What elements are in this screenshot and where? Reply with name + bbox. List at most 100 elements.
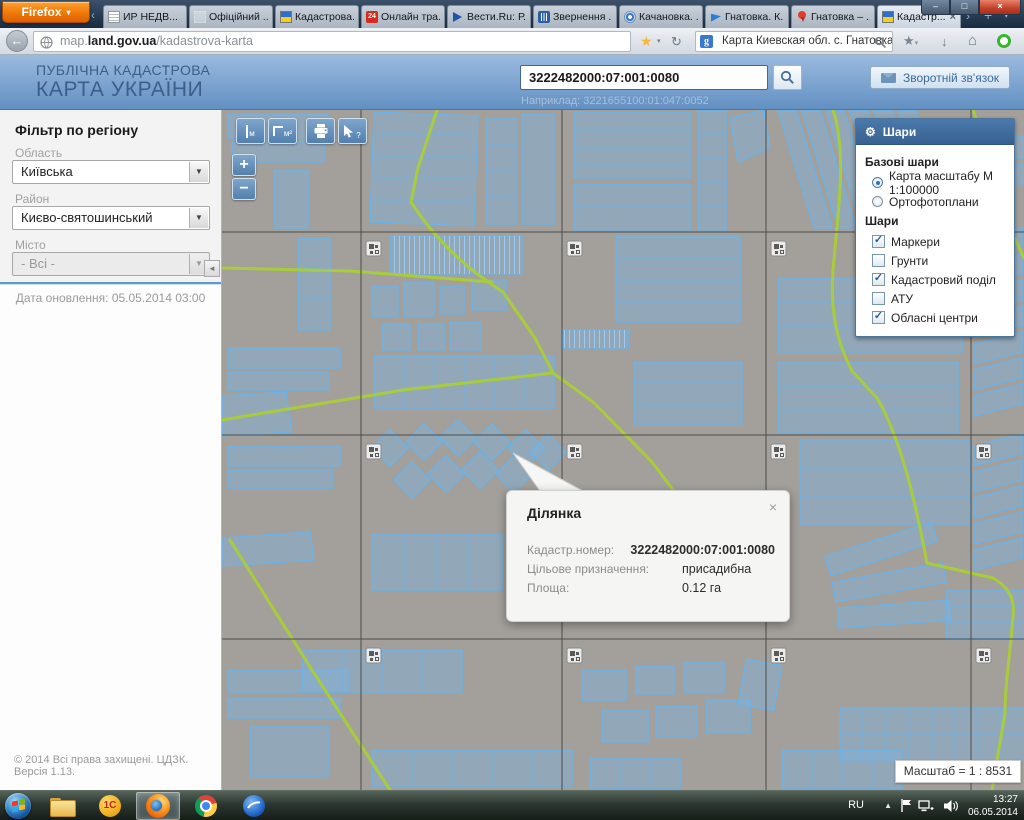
layer-atu[interactable]: ✓ АТУ [865,289,1005,308]
language-indicator[interactable]: RU [848,799,864,811]
checkbox-icon[interactable]: ✓ [872,311,885,324]
region-filter-sidebar: Фільтр по регіону Область Київська ▼ Рай… [0,110,222,790]
chevron-down-icon: ▾ [67,8,71,17]
blue-arrow-icon [710,11,722,23]
print-button[interactable] [306,118,335,144]
action-center-flag-icon[interactable] [900,799,912,817]
map-marker-icon[interactable] [366,241,381,256]
city-label: Місто [15,238,46,252]
layer-grunty[interactable]: ✓ Грунти [865,251,1005,270]
downloads-icon[interactable]: ↓ [941,34,948,49]
bookmark-page-star-icon[interactable]: ★ [640,33,653,50]
url-bar[interactable]: map.land.gov.ua/kadastrova-karta [33,31,631,52]
volume-icon[interactable] [944,799,958,818]
printer-icon [314,124,328,138]
measure-length-button[interactable]: м [236,118,265,144]
tab-scroll-left[interactable]: ‹ [91,9,95,21]
taskbar-firefox-button[interactable] [136,792,180,820]
taskbar-chrome-button[interactable] [184,792,228,820]
close-button[interactable]: × [979,0,1021,15]
layers-panel-header[interactable]: ⚙ Шари [856,119,1014,145]
chrome-icon [195,795,217,817]
google-engine-icon[interactable]: g [700,35,713,48]
region-select[interactable]: Київська ▼ [12,160,210,184]
document-icon [108,11,120,23]
data-updated-text: Дата оновлення: 05.05.2014 03:00 [0,291,221,305]
map-marker-icon[interactable] [976,648,991,663]
tab-bar: Firefox ▾ ‹ ИР НЕДВ... Офіційний ... Кад… [0,0,1024,28]
map-marker-icon[interactable] [771,444,786,459]
navigation-bar: ← map.land.gov.ua/kadastrova-karta ★ ▾ ↻… [0,28,1024,55]
wheel-icon [624,11,636,23]
tab-onlain-translation[interactable]: Онлайн тра... [361,5,445,28]
measure-area-button[interactable]: м² [268,118,297,144]
scale-indicator: Масштаб = 1 : 8531 [895,760,1021,783]
tab-zvernennia[interactable]: Звернення ... [533,5,617,28]
start-button[interactable] [5,793,31,819]
back-button[interactable]: ← [6,30,28,52]
taskbar-1c-button[interactable] [88,792,132,820]
map-marker-icon[interactable] [976,444,991,459]
map-marker-icon[interactable] [771,648,786,663]
select-arrow-icon[interactable]: ▼ [189,162,208,182]
cadastral-search-button[interactable] [773,65,802,90]
folder-icon [50,798,74,815]
tab-vesti-ru[interactable]: Вести.Ru: Р... [447,5,531,28]
show-bookmarks-button[interactable]: ★▾ [903,33,918,49]
layer-markers[interactable]: ✓ Маркери [865,232,1005,251]
ukraine-flag-icon [882,11,894,23]
popup-row-cadastral-number: Кадастр.номер: 3222482000:07:001:0080 [527,543,775,562]
map-marker-icon[interactable] [567,648,582,663]
district-select[interactable]: Києво-святошинський ▼ [12,206,210,230]
feedback-button[interactable]: Зворотній зв'язок [870,66,1010,89]
radio-icon[interactable] [872,196,883,207]
radio-icon[interactable] [872,177,883,188]
zoom-out-button[interactable]: − [232,178,256,200]
search-engine-query: Карта Киевская обл. с. Гнатовка [722,35,893,47]
reload-icon[interactable]: ↻ [671,34,682,50]
site-logo[interactable]: ПУБЛІЧНА КАДАСТРОВА КАРТА УКРАЇНИ [36,62,210,102]
tab-ofitsiynyi[interactable]: Офіційний ... [189,5,273,28]
addon-green-circle-icon[interactable] [997,34,1011,48]
taskbar-google-earth-button[interactable] [232,792,276,820]
clock[interactable]: 13:27 06.05.2014 [968,793,1018,819]
firefox-menu-button[interactable]: Firefox ▾ [2,1,90,23]
tab-kadastrova[interactable]: Кадастрова... [275,5,359,28]
layers-title: Шари [865,214,1005,228]
checkbox-icon[interactable]: ✓ [872,273,885,286]
zoom-in-button[interactable]: + [232,154,256,176]
hidden-icons-arrow[interactable]: ▲ [884,801,892,810]
select-arrow-icon[interactable]: ▼ [189,208,208,228]
identify-button[interactable]: ? [338,118,367,144]
maximize-button[interactable]: □ [950,0,979,15]
base-layer-option-map[interactable]: Карта масштабу М 1:100000 [865,173,1005,192]
sidebar-collapse-button[interactable]: ◄ [204,260,220,277]
base-layers-title: Базові шари [865,155,1005,169]
layer-cadastral-division[interactable]: ✓ Кадастровий поділ [865,270,1005,289]
layer-oblast-centers[interactable]: ✓ Обласні центри [865,308,1005,327]
close-icon[interactable]: × [769,499,777,515]
checkbox-icon[interactable]: ✓ [872,235,885,248]
map-marker-icon[interactable] [366,444,381,459]
taskbar-explorer-button[interactable] [40,792,84,820]
search-magnifier-icon[interactable] [874,36,887,52]
search-engine-bar[interactable]: g Карта Киевская обл. с. Гнатовка [695,31,893,52]
tab-gnatovka-k[interactable]: Гнатовка. К... [705,5,789,28]
tab-gnatovka-map[interactable]: Гнатовка – ... [791,5,875,28]
map-marker-icon[interactable] [771,241,786,256]
minimize-button[interactable]: – [921,0,950,15]
home-icon[interactable]: ⌂ [968,32,977,49]
copyright-text: © 2014 Всі права захищені. ЦДЗК. Версія … [14,754,221,778]
checkbox-icon[interactable]: ✓ [872,292,885,305]
map-marker-icon[interactable] [366,648,381,663]
map-marker-icon[interactable] [567,444,582,459]
url-subdomain: map. [60,34,88,48]
popup-row-purpose: Цільове призначення: присадибна [527,562,775,581]
tab-kachanovka[interactable]: Качановка. ... [619,5,703,28]
network-icon[interactable] [918,799,934,818]
cadastral-number-input[interactable]: 3222482000:07:001:0080 [520,65,768,90]
map-marker-icon[interactable] [567,241,582,256]
bookmark-caret-icon[interactable]: ▾ [657,37,661,45]
tab-mir-nedv[interactable]: ИР НЕДВ... [103,5,187,28]
checkbox-icon[interactable]: ✓ [872,254,885,267]
